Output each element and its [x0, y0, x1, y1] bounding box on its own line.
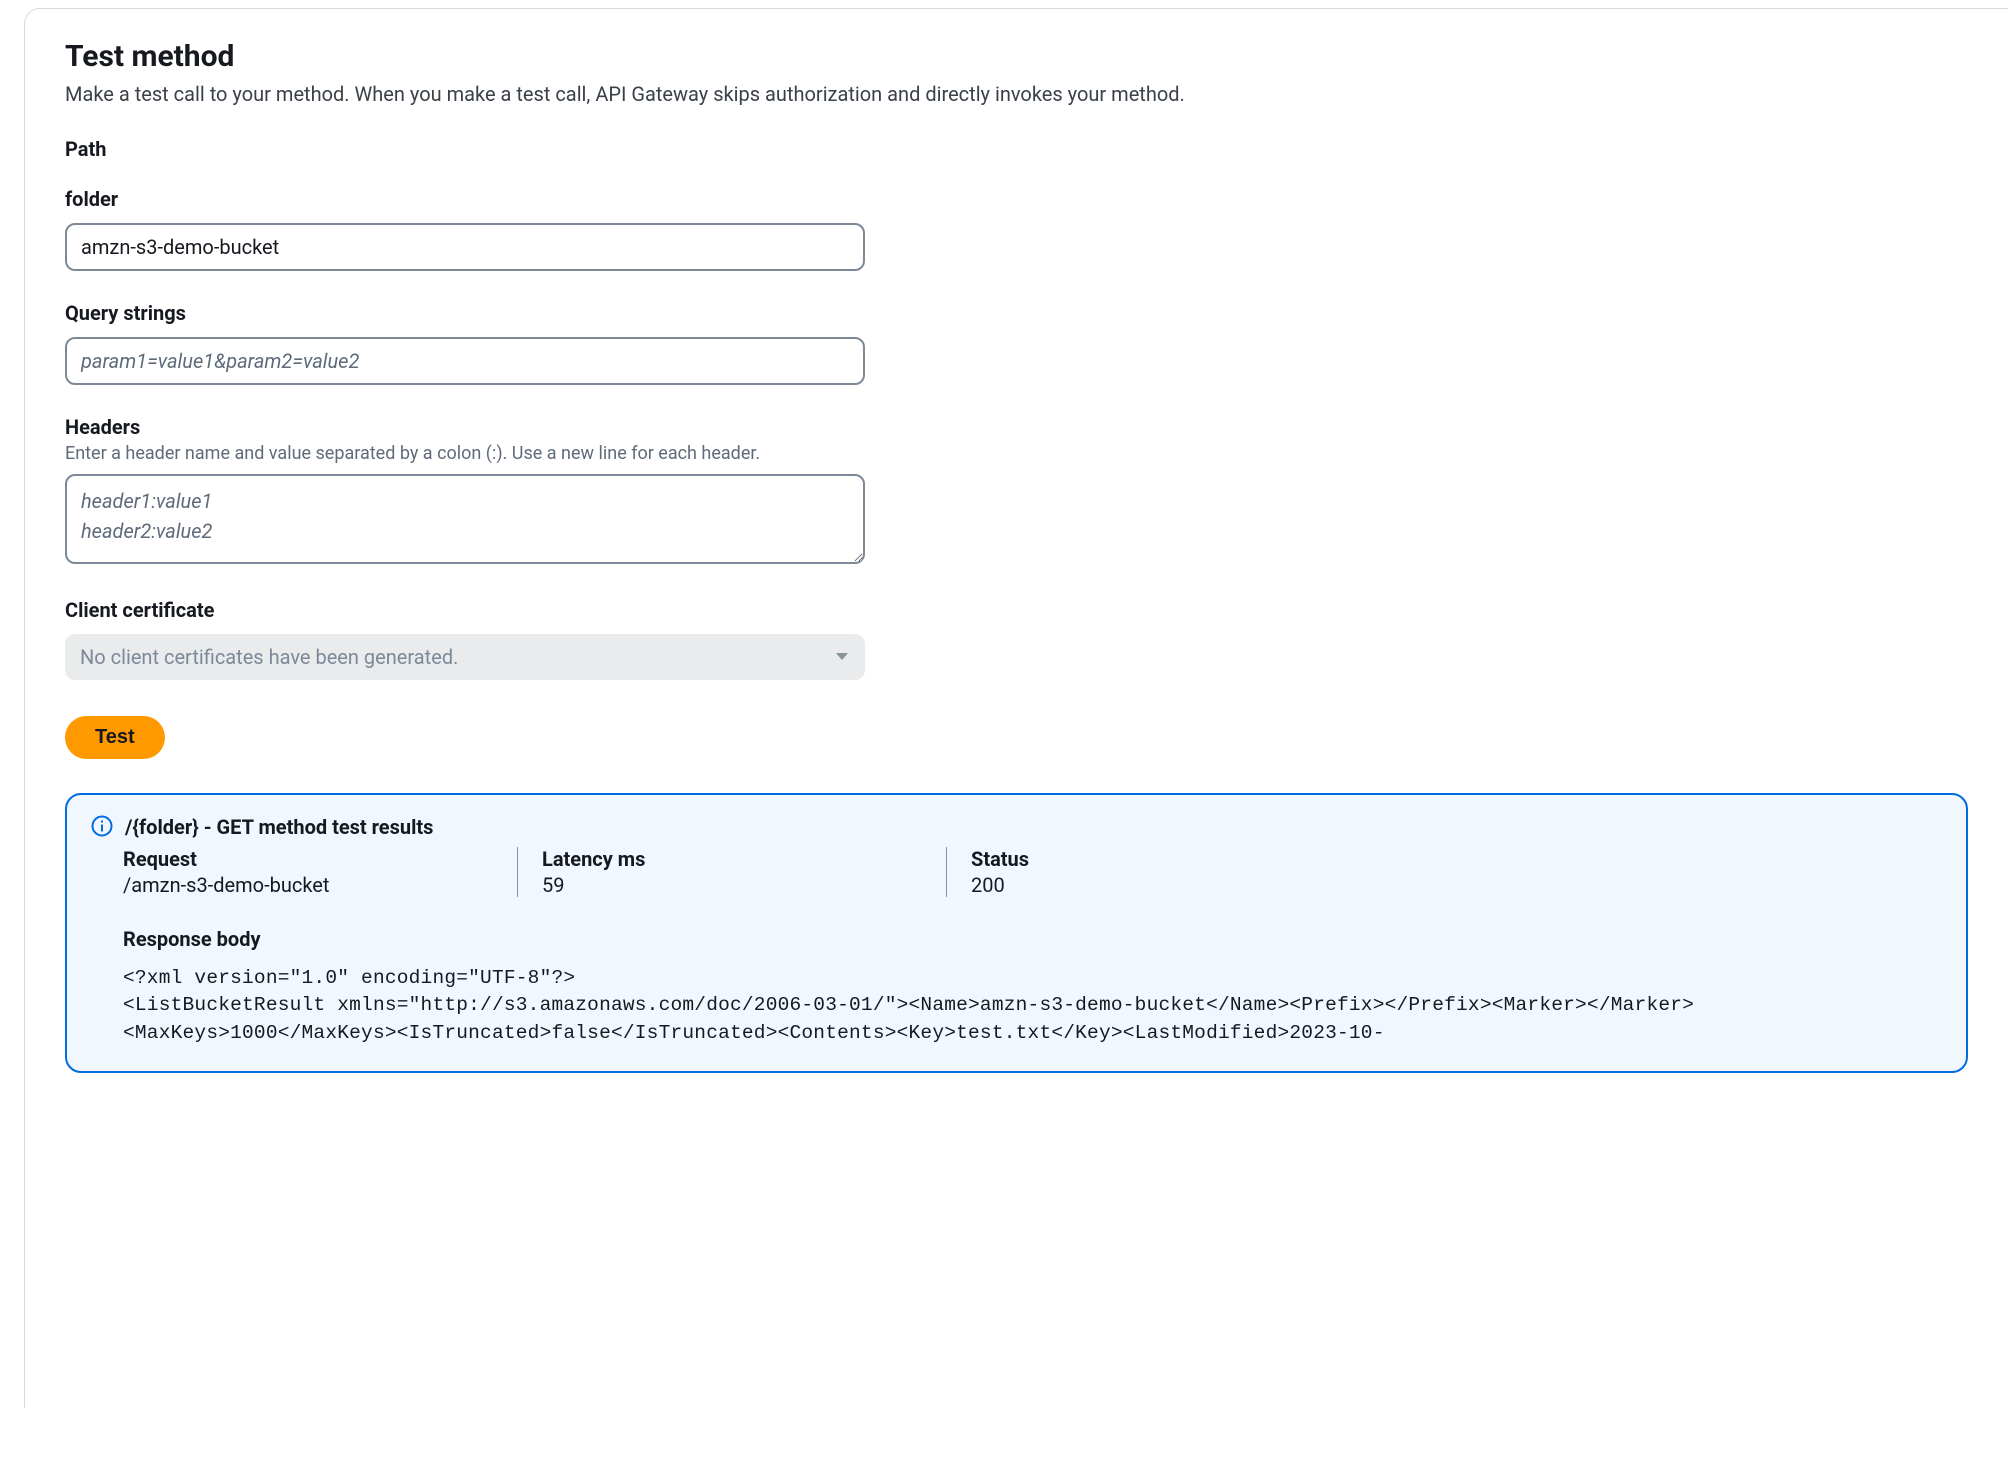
info-icon [91, 815, 113, 837]
metric-status: Status 200 [947, 847, 1938, 897]
page-subtitle: Make a test call to your method. When yo… [65, 80, 1968, 109]
client-certificate-label: Client certificate [65, 598, 1968, 622]
query-strings-input[interactable] [65, 337, 865, 385]
request-label: Request [123, 847, 493, 871]
test-method-panel: Test method Make a test call to your met… [24, 8, 2008, 1408]
query-strings-label: Query strings [65, 301, 1968, 325]
headers-field-group: Headers Enter a header name and value se… [65, 415, 1968, 568]
page-title: Test method [65, 39, 1968, 74]
headers-label: Headers [65, 415, 1968, 439]
folder-input[interactable] [65, 223, 865, 271]
test-button[interactable]: Test [65, 716, 165, 759]
latency-value: 59 [542, 873, 922, 897]
request-value: /amzn-s3-demo-bucket [123, 873, 493, 897]
folder-label: folder [65, 187, 1968, 211]
latency-label: Latency ms [542, 847, 922, 871]
metric-latency: Latency ms 59 [517, 847, 947, 897]
path-section: Path [65, 137, 1968, 161]
client-certificate-select[interactable]: No client certificates have been generat… [65, 634, 865, 680]
metric-request: Request /amzn-s3-demo-bucket [123, 847, 517, 897]
status-value: 200 [971, 873, 1938, 897]
headers-hint: Enter a header name and value separated … [65, 443, 1968, 464]
test-results-panel: /{folder} - GET method test results Requ… [65, 793, 1968, 1073]
folder-field-group: folder [65, 187, 1968, 271]
results-title: /{folder} - GET method test results [125, 815, 433, 839]
cert-field-group: Client certificate No client certificate… [65, 598, 1968, 680]
status-label: Status [971, 847, 1938, 871]
headers-input[interactable] [65, 474, 865, 564]
response-body-label: Response body [123, 927, 1938, 951]
path-label: Path [65, 137, 1968, 161]
response-body: <?xml version="1.0" encoding="UTF-8"?> <… [123, 965, 1938, 1047]
results-metrics: Request /amzn-s3-demo-bucket Latency ms … [123, 847, 1938, 897]
query-field-group: Query strings [65, 301, 1968, 385]
